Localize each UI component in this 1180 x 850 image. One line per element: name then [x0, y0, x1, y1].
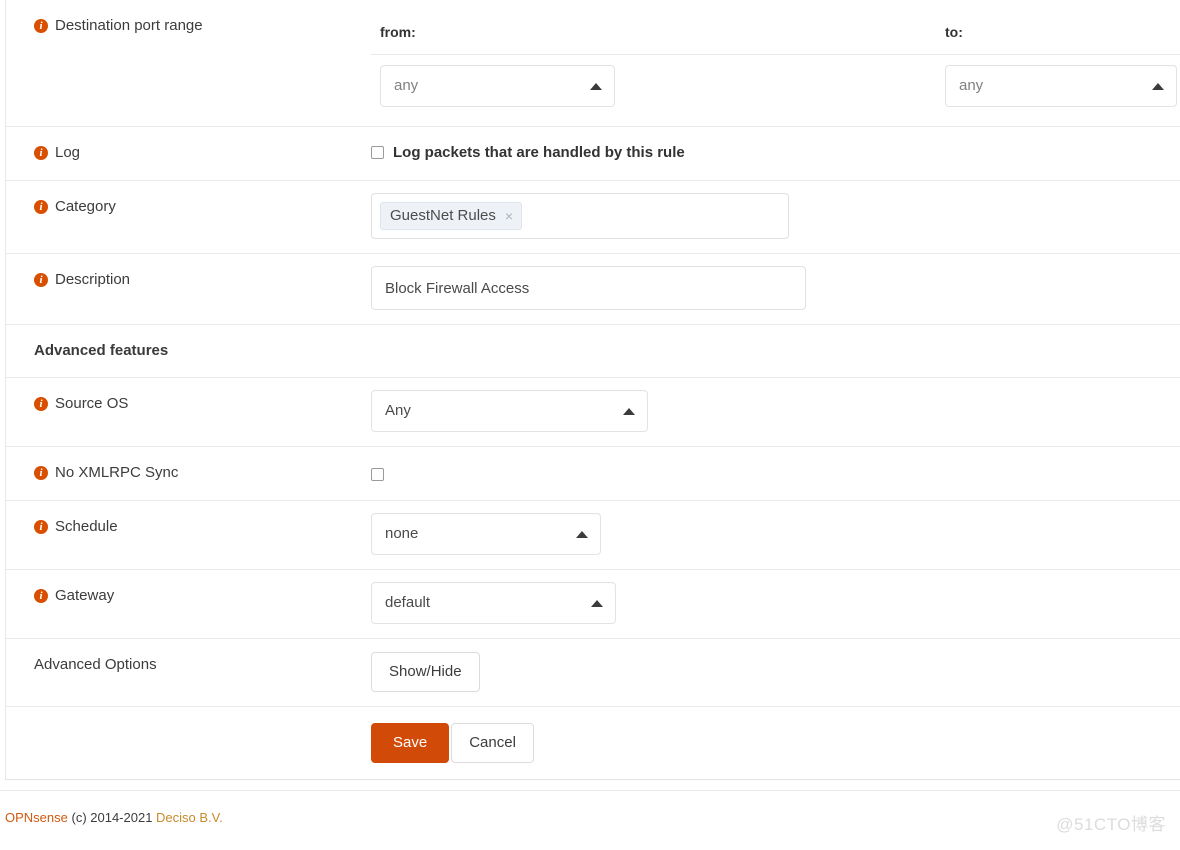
gateway-select[interactable]: default — [371, 582, 616, 624]
firewall-rule-edit-page: i Destination port range from: any to: — [0, 0, 1180, 850]
schedule-value: none — [385, 525, 418, 542]
port-range-from-body: any — [371, 55, 936, 126]
destination-port-from-select[interactable]: any — [380, 65, 615, 107]
info-icon[interactable]: i — [34, 397, 48, 411]
category-label: Category — [55, 198, 116, 215]
destination-port-to-select[interactable]: any — [945, 65, 1177, 107]
advanced-features-heading-spacer — [371, 325, 1180, 353]
save-button[interactable]: Save — [371, 723, 449, 763]
gateway-value: default — [385, 594, 430, 611]
info-icon[interactable]: i — [34, 520, 48, 534]
description-label: Description — [55, 271, 130, 288]
row-schedule: i Schedule none — [6, 501, 1180, 570]
no-xmlrpc-sync-label-cell: i No XMLRPC Sync — [6, 447, 371, 499]
description-input[interactable] — [371, 266, 806, 310]
watermark: @51CTO博客 — [1056, 810, 1166, 835]
row-advanced-features-heading: Advanced features — [6, 325, 1180, 378]
schedule-select[interactable]: none — [371, 513, 601, 555]
gateway-label-cell: i Gateway — [6, 570, 371, 622]
advanced-features-heading: Advanced features — [34, 342, 168, 359]
description-field-cell — [371, 254, 1180, 324]
row-category: i Category GuestNet Rules × — [6, 181, 1180, 254]
form-actions-cell: Save Cancel — [371, 707, 1180, 777]
category-tokenizer[interactable]: GuestNet Rules × — [371, 193, 789, 239]
category-token[interactable]: GuestNet Rules × — [380, 202, 522, 230]
log-label-cell: i Log — [6, 127, 371, 179]
footer-brand-link[interactable]: OPNsense — [5, 810, 68, 825]
source-os-label-cell: i Source OS — [6, 378, 371, 430]
row-form-actions: Save Cancel — [6, 707, 1180, 779]
schedule-label: Schedule — [55, 518, 118, 535]
advanced-options-label: Advanced Options — [34, 656, 157, 673]
log-field-cell: Log packets that are handled by this rul… — [371, 127, 1180, 177]
advanced-options-label-cell: Advanced Options — [6, 639, 371, 691]
source-os-label: Source OS — [55, 395, 128, 412]
info-icon[interactable]: i — [34, 273, 48, 287]
destination-port-range-label: Destination port range — [55, 17, 203, 34]
gateway-field-cell: default — [371, 570, 1180, 638]
no-xmlrpc-sync-label: No XMLRPC Sync — [55, 464, 178, 481]
log-label: Log — [55, 144, 80, 161]
no-xmlrpc-sync-field-cell — [371, 447, 1180, 495]
destination-port-to-value: any — [959, 77, 983, 94]
footer-copyright: OPNsense (c) 2014-2021 Deciso B.V. — [5, 810, 223, 825]
close-icon[interactable]: × — [505, 209, 513, 223]
port-range-from-heading: from: — [371, 0, 936, 55]
source-os-value: Any — [385, 402, 411, 419]
row-destination-port-range: i Destination port range from: any to: — [6, 0, 1180, 127]
schedule-label-cell: i Schedule — [6, 501, 371, 553]
log-checkbox-wrap: Log packets that are handled by this rul… — [371, 141, 685, 163]
row-gateway: i Gateway default — [6, 570, 1180, 639]
category-label-cell: i Category — [6, 181, 371, 233]
port-range-to-column: to: any — [936, 0, 1180, 126]
row-description: i Description — [6, 254, 1180, 325]
advanced-options-show-hide-button[interactable]: Show/Hide — [371, 652, 480, 692]
log-checkbox-label[interactable]: Log packets that are handled by this rul… — [393, 143, 685, 163]
port-range-to-heading: to: — [936, 0, 1180, 55]
action-button-group: Save Cancel — [371, 723, 534, 763]
gateway-label: Gateway — [55, 587, 114, 604]
port-range-to-body: any — [936, 55, 1180, 126]
category-token-label: GuestNet Rules — [390, 206, 496, 225]
advanced-features-heading-cell: Advanced features — [6, 325, 371, 377]
form-bottom-border — [6, 779, 1180, 780]
caret-up-icon — [623, 408, 635, 415]
log-checkbox[interactable] — [371, 146, 384, 159]
row-no-xmlrpc-sync: i No XMLRPC Sync — [6, 447, 1180, 501]
footer-copyright-text: (c) 2014-2021 — [68, 810, 156, 825]
row-advanced-options: Advanced Options Show/Hide — [6, 639, 1180, 707]
description-label-cell: i Description — [6, 254, 371, 306]
caret-up-icon — [1152, 83, 1164, 90]
destination-port-range-label-cell: i Destination port range — [6, 0, 371, 126]
port-range-columns: from: any to: any — [371, 0, 1180, 126]
port-range-from-column: from: any — [371, 0, 936, 126]
info-icon[interactable]: i — [34, 200, 48, 214]
row-log: i Log Log packets that are handled by thi… — [6, 127, 1180, 181]
category-field-cell: GuestNet Rules × — [371, 181, 1180, 253]
caret-up-icon — [591, 600, 603, 607]
schedule-field-cell: none — [371, 501, 1180, 569]
footer-vendor-link[interactable]: Deciso B.V. — [156, 810, 223, 825]
page-footer: OPNsense (c) 2014-2021 Deciso B.V. @51CT… — [0, 790, 1180, 850]
rule-form: i Destination port range from: any to: — [5, 0, 1180, 780]
source-os-select[interactable]: Any — [371, 390, 648, 432]
cancel-button[interactable]: Cancel — [451, 723, 534, 763]
no-xmlrpc-sync-checkbox[interactable] — [371, 468, 384, 481]
info-icon[interactable]: i — [34, 146, 48, 160]
source-os-field-cell: Any — [371, 378, 1180, 446]
caret-up-icon — [576, 531, 588, 538]
advanced-options-field-cell: Show/Hide — [371, 639, 1180, 706]
info-icon[interactable]: i — [34, 466, 48, 480]
row-source-os: i Source OS Any — [6, 378, 1180, 447]
destination-port-from-value: any — [394, 77, 418, 94]
info-icon[interactable]: i — [34, 19, 48, 33]
form-actions-label-spacer — [6, 707, 371, 739]
caret-up-icon — [590, 83, 602, 90]
info-icon[interactable]: i — [34, 589, 48, 603]
